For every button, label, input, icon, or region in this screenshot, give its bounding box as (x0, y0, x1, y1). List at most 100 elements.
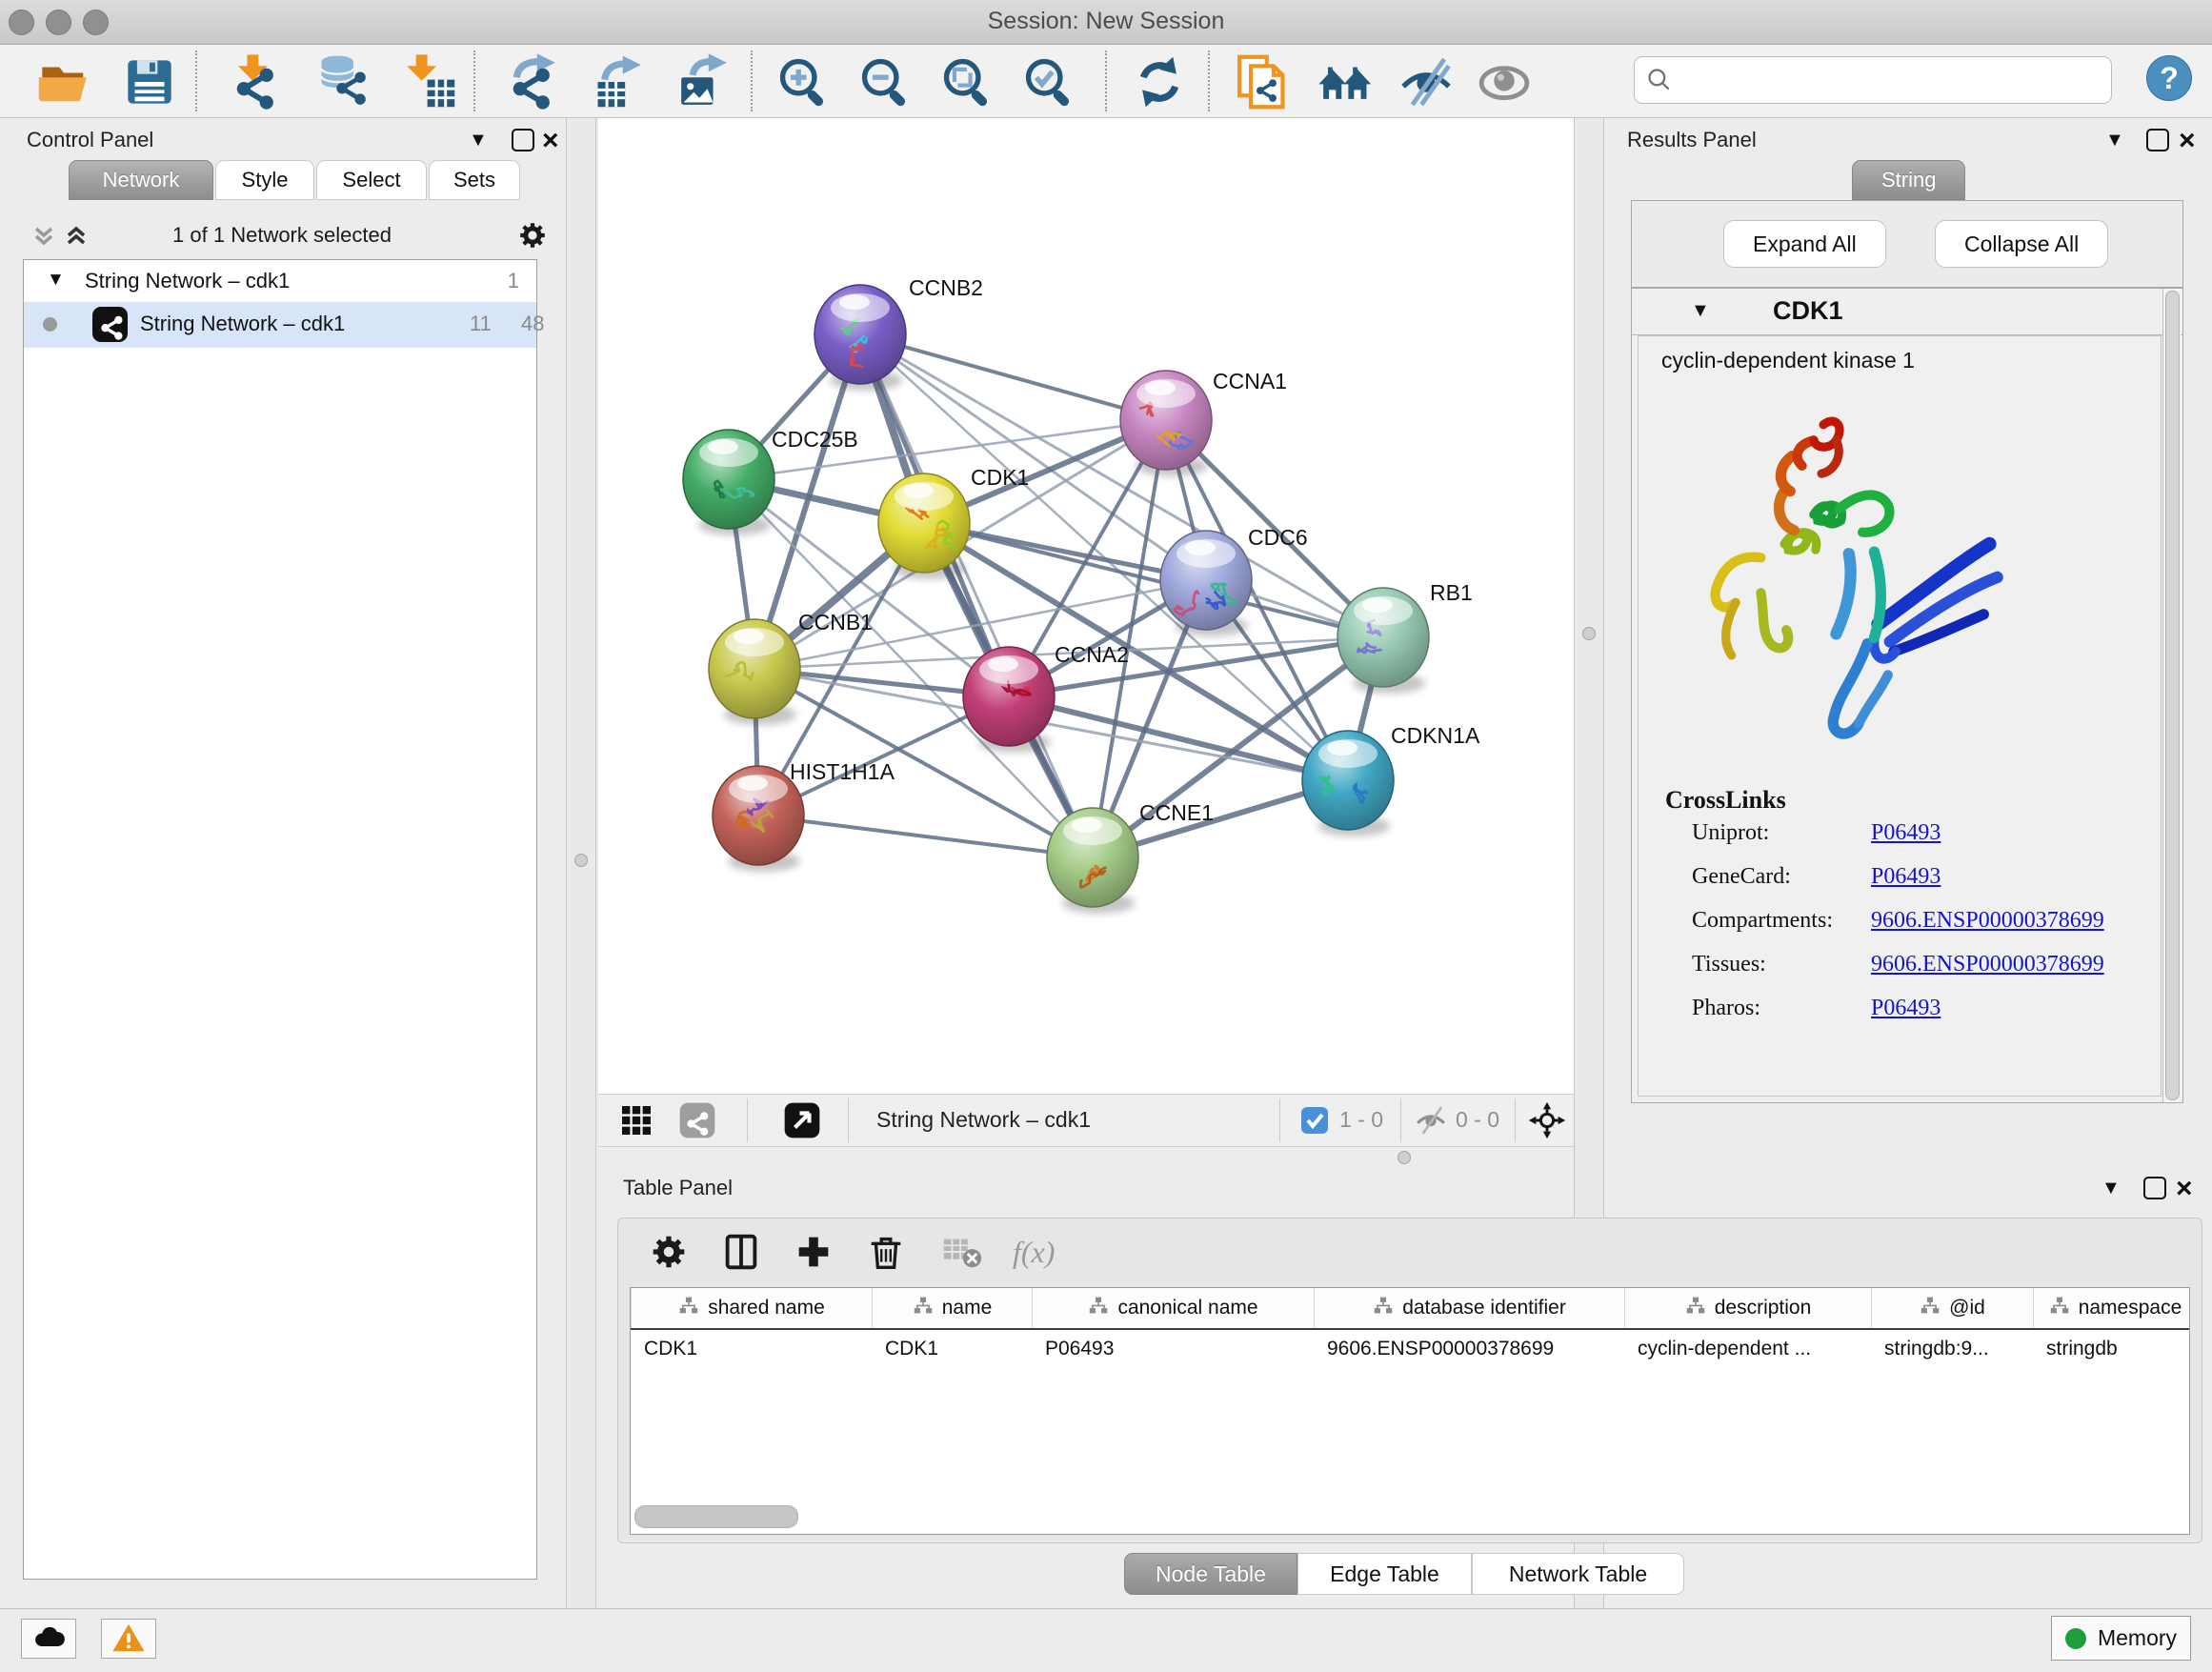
node-CCNA2[interactable]: CCNA2 (963, 642, 1129, 753)
share-document-button[interactable] (1233, 52, 1292, 111)
zoom-selected-button[interactable] (1019, 52, 1078, 111)
network-view-icon[interactable] (678, 1101, 716, 1139)
close-panel-icon[interactable]: × (2176, 1179, 2193, 1199)
show-columns-icon[interactable] (719, 1230, 763, 1274)
left-panel-splitter[interactable] (566, 118, 596, 1608)
memory-button[interactable]: Memory (2051, 1616, 2191, 1661)
node-CDC25B[interactable]: CDC25B (683, 427, 858, 535)
tab-network-table[interactable]: Network Table (1472, 1553, 1684, 1595)
results-scrollbar[interactable] (2162, 289, 2181, 1102)
show-eye-button[interactable] (1475, 52, 1534, 111)
delete-column-icon[interactable] (864, 1230, 908, 1274)
crosslink-value[interactable]: 9606.ENSP00000378699 (1871, 908, 2104, 934)
zoom-out-button[interactable] (855, 52, 915, 111)
node-HIST1H1A[interactable]: HIST1H1A (713, 759, 895, 872)
selected-checkbox-icon[interactable] (1299, 1105, 1330, 1136)
node-CDK1[interactable]: CDK1 (878, 465, 1029, 579)
column-header-namespace[interactable]: namespace (2033, 1288, 2190, 1328)
column-header-description[interactable]: description (1624, 1288, 1871, 1328)
entry-caret-icon[interactable]: ▼ (1691, 300, 1710, 322)
export-image-button[interactable] (674, 52, 734, 111)
houses-button[interactable] (1317, 52, 1376, 111)
export-table-button[interactable] (589, 52, 648, 111)
gear-icon[interactable] (516, 219, 549, 252)
warning-button[interactable] (101, 1619, 156, 1659)
open-session-button[interactable] (34, 52, 93, 111)
hide-selected-button[interactable] (1397, 52, 1456, 111)
zoom-in-button[interactable] (774, 52, 833, 111)
table-cell[interactable]: stringdb (2033, 1330, 2190, 1372)
export-network-button[interactable] (503, 52, 562, 111)
collection-caret-icon[interactable]: ▼ (47, 270, 65, 291)
edge-CDK1-RB1[interactable] (924, 523, 1383, 637)
maximize-panel-icon[interactable] (2146, 129, 2169, 151)
network-row[interactable]: String Network – cdk1 11 48 (24, 302, 536, 348)
collapse-all-icon[interactable] (30, 223, 57, 250)
grid-view-icon[interactable] (617, 1101, 655, 1139)
close-panel-icon[interactable]: × (542, 131, 559, 151)
crosshair-icon[interactable] (1528, 1101, 1566, 1139)
horizontal-splitter-handle[interactable] (1398, 1151, 1411, 1164)
tab-network[interactable]: Network (69, 160, 213, 200)
table-gear-icon[interactable] (647, 1230, 691, 1274)
table-horizontal-scrollbar[interactable] (634, 1505, 798, 1528)
tab-select[interactable]: Select (316, 160, 427, 200)
import-database-button[interactable] (312, 52, 372, 111)
tab-node-table[interactable]: Node Table (1124, 1553, 1297, 1595)
crosslink-value[interactable]: P06493 (1871, 820, 1941, 846)
network-collection-row[interactable]: ▼ String Network – cdk1 1 (24, 262, 536, 302)
tab-string[interactable]: String (1852, 160, 1965, 200)
table-cell[interactable]: stringdb:9... (1871, 1330, 2033, 1372)
delete-table-icon (940, 1230, 984, 1274)
float-panel-icon[interactable]: ▼ (469, 130, 488, 151)
column-header--id[interactable]: @id (1871, 1288, 2033, 1328)
edge-CCNB2-CCNE1[interactable] (860, 334, 1093, 857)
tab-sets[interactable]: Sets (429, 160, 520, 200)
window-title: Session: New Session (0, 8, 2212, 35)
column-header-label: shared name (708, 1297, 825, 1319)
node-CDKN1A[interactable]: CDKN1A (1302, 723, 1480, 836)
column-header-canonical-name[interactable]: canonical name (1032, 1288, 1314, 1328)
column-header-shared-name[interactable]: shared name (631, 1288, 872, 1328)
zoom-fit-button[interactable] (937, 52, 996, 111)
edge-HIST1H1A-CCNE1[interactable] (758, 816, 1093, 857)
maximize-panel-icon[interactable] (512, 129, 534, 151)
column-header-name[interactable]: name (872, 1288, 1032, 1328)
node-RB1[interactable]: RB1 (1337, 580, 1473, 694)
node-CCNB2[interactable]: CCNB2 (814, 275, 983, 391)
add-column-icon[interactable] (792, 1230, 835, 1274)
float-panel-icon[interactable]: ▼ (2105, 130, 2124, 151)
cloud-button[interactable] (21, 1619, 76, 1659)
crosslink-value[interactable]: P06493 (1871, 864, 1941, 890)
birdseye-view-icon[interactable] (783, 1101, 821, 1139)
collapse-all-button[interactable]: Collapse All (1935, 220, 2108, 268)
search-input[interactable] (1680, 67, 2101, 93)
tab-edge-table[interactable]: Edge Table (1297, 1553, 1472, 1595)
help-button[interactable]: ? (2146, 55, 2192, 101)
save-session-button[interactable] (120, 52, 179, 111)
entry-header[interactable]: ▼ CDK1 (1632, 289, 2182, 335)
expand-all-button[interactable]: Expand All (1723, 220, 1886, 268)
table-row[interactable]: CDK1CDK1P064939606.ENSP00000378699cyclin… (631, 1330, 2190, 1372)
node-CCNE1[interactable]: CCNE1 (1047, 800, 1214, 914)
expand-all-icon[interactable] (63, 223, 90, 250)
crosslink-value[interactable]: P06493 (1871, 996, 1941, 1021)
crosslink-value[interactable]: 9606.ENSP00000378699 (1871, 952, 2104, 977)
network-graph[interactable]: CCNB2CCNA1CDC25BCDK1CDC6RB1CCNB1CCNA2CDK… (598, 118, 1574, 1094)
import-network-button[interactable] (227, 52, 286, 111)
tab-style[interactable]: Style (215, 160, 314, 200)
network-canvas[interactable]: CCNB2CCNA1CDC25BCDK1CDC6RB1CCNB1CCNA2CDK… (598, 118, 1574, 1094)
table-cell[interactable]: CDK1 (631, 1330, 872, 1372)
maximize-panel-icon[interactable] (2143, 1177, 2166, 1199)
import-table-button[interactable] (400, 52, 459, 111)
float-panel-icon[interactable]: ▼ (2101, 1178, 2121, 1199)
column-header-database-identifier[interactable]: database identifier (1314, 1288, 1624, 1328)
table-cell[interactable]: CDK1 (872, 1330, 1032, 1372)
close-panel-icon[interactable]: × (2179, 131, 2196, 151)
node-CCNB1[interactable]: CCNB1 (709, 610, 873, 725)
table-cell[interactable]: P06493 (1032, 1330, 1314, 1372)
hidden-eye-icon[interactable] (1414, 1103, 1448, 1138)
table-cell[interactable]: 9606.ENSP00000378699 (1314, 1330, 1624, 1372)
refresh-button[interactable] (1130, 52, 1189, 111)
table-cell[interactable]: cyclin-dependent ... (1624, 1330, 1871, 1372)
